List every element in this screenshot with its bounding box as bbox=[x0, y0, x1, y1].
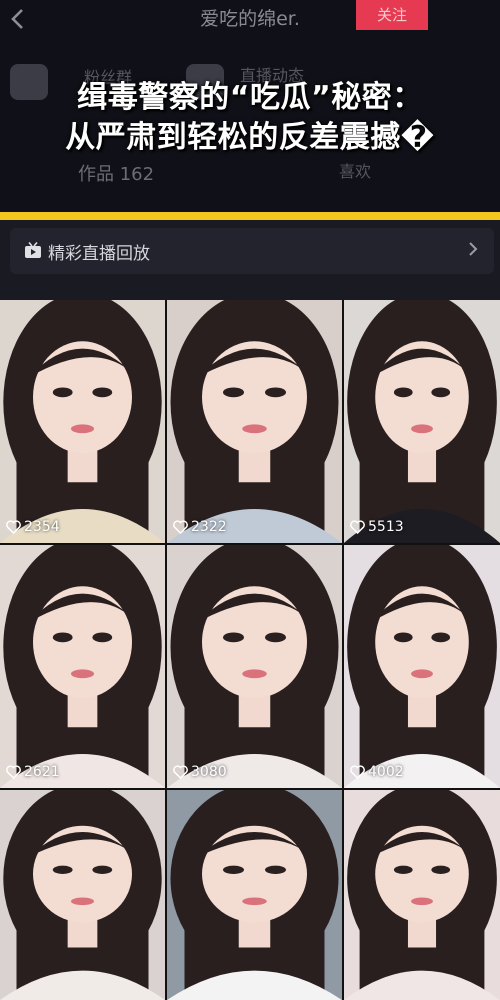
video-thumbnail[interactable]: 5513 bbox=[344, 300, 500, 543]
banner-divider bbox=[0, 212, 500, 220]
video-thumbnail[interactable] bbox=[0, 790, 165, 1000]
video-thumbnail[interactable]: 3080 bbox=[167, 545, 342, 788]
video-thumbnail[interactable]: 4002 bbox=[344, 545, 500, 788]
heart-icon bbox=[6, 765, 21, 779]
portrait-image bbox=[0, 790, 165, 1000]
like-count-value: 2621 bbox=[24, 764, 60, 780]
like-count: 2621 bbox=[6, 764, 60, 780]
video-thumbnail[interactable] bbox=[167, 790, 342, 1000]
heart-icon bbox=[173, 520, 188, 534]
likes-tab[interactable]: 喜欢 bbox=[339, 158, 371, 182]
video-thumbnail[interactable] bbox=[344, 790, 500, 1000]
tv-icon bbox=[24, 241, 42, 260]
heart-icon bbox=[350, 765, 365, 779]
chevron-right-icon bbox=[464, 238, 482, 260]
heart-icon bbox=[173, 765, 188, 779]
live-replay-label: 精彩直播回放 bbox=[48, 244, 150, 264]
like-count: 5513 bbox=[350, 519, 404, 535]
portrait-image bbox=[0, 300, 165, 543]
like-count-value: 3080 bbox=[191, 764, 227, 780]
like-count: 2322 bbox=[173, 519, 227, 535]
portrait-image bbox=[167, 790, 342, 1000]
video-thumbnail[interactable]: 2322 bbox=[167, 300, 342, 543]
like-count-value: 2322 bbox=[191, 519, 227, 535]
like-count-value: 4002 bbox=[368, 764, 404, 780]
like-count: 2354 bbox=[6, 519, 60, 535]
portrait-image bbox=[344, 300, 500, 543]
heart-icon bbox=[6, 520, 21, 534]
video-thumbnail[interactable]: 2354 bbox=[0, 300, 165, 543]
heart-icon bbox=[350, 520, 365, 534]
headline-overlay: 缉毒警察的“吃瓜”秘密： 从严肃到轻松的反差震撼� bbox=[0, 78, 500, 158]
like-count: 4002 bbox=[350, 764, 404, 780]
like-count: 3080 bbox=[173, 764, 227, 780]
portrait-image bbox=[344, 790, 500, 1000]
like-count-value: 5513 bbox=[368, 519, 404, 535]
like-count-value: 2354 bbox=[24, 519, 60, 535]
headline-line-1: 缉毒警察的“吃瓜”秘密： bbox=[77, 80, 423, 115]
follow-button[interactable]: 关注 bbox=[356, 0, 428, 30]
portrait-image bbox=[0, 545, 165, 788]
live-replay-button[interactable]: 精彩直播回放 bbox=[10, 228, 494, 274]
profile-header: 爱吃的绵er. 关注 粉丝群 直播动态 作品 162 喜欢 缉毒警察的“吃瓜”秘… bbox=[0, 0, 500, 212]
headline-line-2: 从严肃到轻松的反差震撼� bbox=[65, 120, 435, 155]
portrait-image bbox=[167, 300, 342, 543]
works-tab[interactable]: 作品 162 bbox=[78, 160, 154, 186]
portrait-image bbox=[167, 545, 342, 788]
video-thumbnail[interactable]: 2621 bbox=[0, 545, 165, 788]
portrait-image bbox=[344, 545, 500, 788]
video-grid: 2354 2322 5513 2621 3080 4002 bbox=[0, 300, 500, 1000]
